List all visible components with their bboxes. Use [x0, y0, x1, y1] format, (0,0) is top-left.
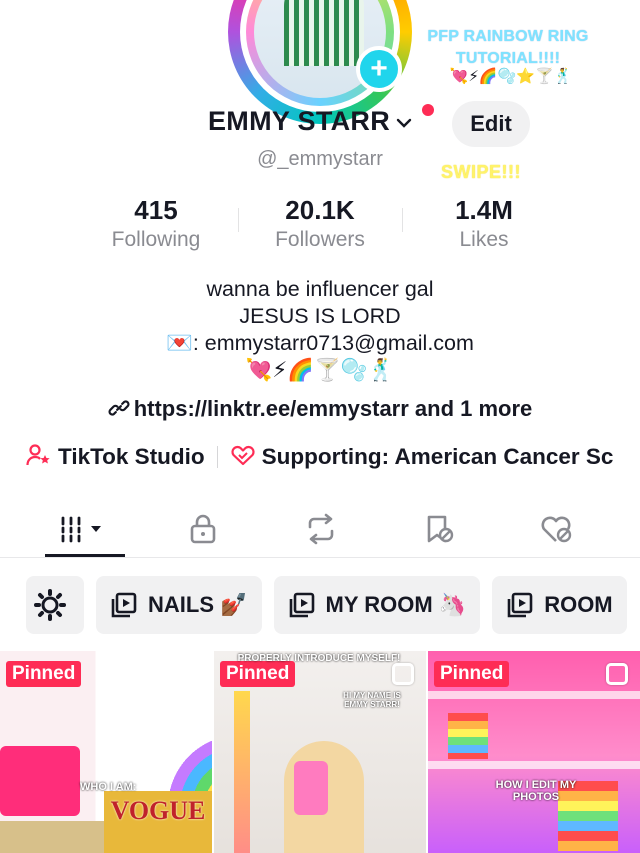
profile-tabs [0, 500, 640, 558]
bio-email: 💌: emmystarr0713@gmail.com [166, 331, 474, 355]
tab-liked[interactable] [522, 506, 592, 552]
tiktok-studio-chip[interactable]: TikTok Studio [26, 443, 205, 470]
overlay-tutorial-text: PFP RAINBOW RING TUTORIAL!!!! [427, 28, 589, 67]
video-thumbnail[interactable]: Pinned PROPERLY INTRODUCE MYSELF! HI MY … [214, 651, 426, 853]
carousel-icon [392, 663, 414, 685]
video-thumbnail[interactable]: Pinned HOW I EDIT MY PHOTOS [428, 651, 640, 853]
profile-link[interactable]: https://linktr.ee/emmystarr and 1 more [0, 396, 640, 422]
person-star-icon [26, 444, 50, 466]
stat-label: Followers [275, 228, 365, 251]
saved-icon [427, 515, 454, 543]
supporting-chip[interactable]: Supporting: American Cancer Sc [230, 443, 614, 470]
divider [402, 208, 403, 232]
stat-label: Likes [459, 228, 509, 251]
collection-nails[interactable]: NAILS 💅🏾 [96, 576, 262, 634]
playlist-icon [507, 592, 533, 618]
stat-likes[interactable]: 1.4M Likes [404, 196, 564, 252]
collections-settings-button[interactable] [26, 576, 84, 634]
divider [238, 208, 239, 232]
stat-value: 1.4M [455, 195, 513, 225]
link-text: https://linktr.ee/emmystarr and 1 more [133, 396, 533, 421]
profile-bio: wanna be influencer gal JESUS IS LORD 💌:… [0, 276, 640, 384]
carousel-icon [606, 663, 628, 685]
chip-label: TikTok Studio [58, 444, 205, 469]
bio-line: JESUS IS LORD [239, 304, 401, 328]
profile-handle: @_emmystarr [257, 148, 383, 170]
stat-value: 20.1K [285, 195, 355, 225]
plus-icon[interactable]: + [356, 46, 402, 92]
profile-name-row[interactable]: EMMY STARR [208, 106, 412, 137]
gear-icon [34, 589, 66, 621]
videos-grid-icon [61, 516, 101, 543]
bio-emojis: 💘⚡🌈🍸🫧🕺 [245, 358, 395, 382]
divider [216, 445, 218, 468]
video-caption: HI MY NAME IS EMMY STARR! [343, 691, 401, 709]
repost-icon [308, 513, 334, 545]
notification-dot [422, 104, 434, 116]
tab-videos[interactable] [50, 506, 120, 552]
stat-following[interactable]: 415 Following [76, 196, 236, 252]
pinned-badge: Pinned [6, 661, 82, 687]
bio-line: wanna be influencer gal [206, 277, 434, 301]
collection-label: NAILS 💅🏾 [148, 592, 248, 617]
profile-chips: TikTok Studio Supporting: American Cance… [26, 443, 613, 470]
playlist-icon [111, 592, 137, 618]
chevron-down-icon [396, 118, 412, 128]
active-tab-indicator [45, 554, 125, 557]
video-caption: VOGUE [110, 796, 206, 825]
collection-label: ROOM [544, 592, 613, 617]
video-caption: PROPERLY INTRODUCE MYSELF! [237, 653, 401, 664]
link-icon [108, 400, 130, 416]
tab-saved[interactable] [404, 506, 474, 552]
tab-reposts[interactable] [286, 506, 356, 552]
collection-label: MY ROOM 🦄 [325, 592, 467, 617]
video-caption: WHO I AM: [80, 781, 137, 793]
profile-name: EMMY STARR [208, 106, 391, 136]
stat-followers[interactable]: 20.1K Followers [240, 196, 400, 252]
pinned-badge: Pinned [220, 661, 296, 687]
stat-value: 415 [134, 195, 178, 225]
overlay-emojis: 💘⚡🌈🫧⭐🍸🕺 [449, 68, 573, 85]
video-thumbnail[interactable]: Pinned WHO I AM: VOGUE [0, 651, 212, 853]
edit-profile-button[interactable]: Edit [452, 101, 530, 147]
video-grid: Pinned WHO I AM: VOGUE Pinned PROPERLY I… [0, 651, 640, 853]
video-caption: HOW I EDIT MY PHOTOS [495, 779, 577, 803]
pinned-badge: Pinned [434, 661, 510, 687]
stat-label: Following [111, 228, 201, 251]
collections-row: NAILS 💅🏾 MY ROOM 🦄 ROOM [26, 576, 627, 634]
tab-private[interactable] [168, 506, 238, 552]
liked-icon [541, 516, 572, 543]
chip-label: Supporting: American Cancer Sc [261, 444, 614, 469]
collection-room[interactable]: ROOM [492, 576, 627, 634]
heart-hands-icon [231, 445, 255, 466]
collection-my-room[interactable]: MY ROOM 🦄 [273, 576, 481, 634]
lock-icon [190, 514, 216, 544]
playlist-icon [289, 592, 314, 618]
